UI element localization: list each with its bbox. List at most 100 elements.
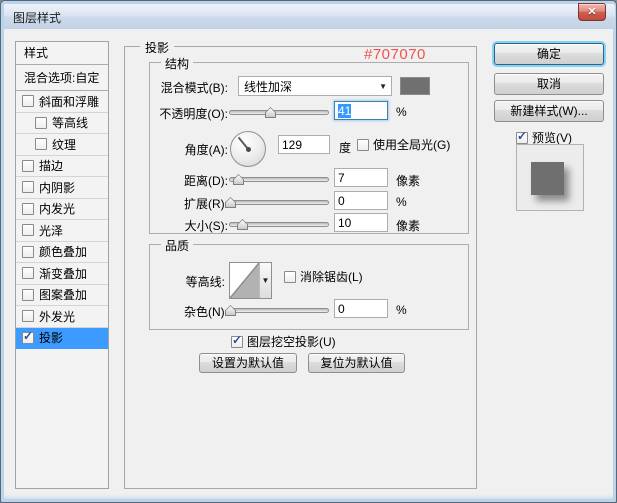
sidebar-item-gradient-overlay[interactable]: ✓ 渐变叠加 — [16, 263, 108, 285]
global-light-checkbox[interactable]: ✓ — [357, 138, 369, 151]
contour-picker-label: 等高线: — [185, 275, 225, 289]
anti-alias-label: 消除锯齿(L) — [300, 270, 363, 284]
anti-alias-option[interactable]: ✓ 消除锯齿(L) — [284, 268, 363, 285]
distance-slider-track[interactable] — [229, 177, 329, 182]
sidebar-item-color-overlay[interactable]: ✓ 颜色叠加 — [16, 242, 108, 263]
distance-unit: 像素 — [396, 174, 421, 188]
size-unit: 像素 — [396, 219, 421, 233]
noise-slider[interactable] — [225, 304, 329, 317]
size-slider[interactable] — [229, 218, 329, 231]
size-label: 大小(S): — [184, 219, 228, 233]
anti-alias-checkbox[interactable]: ✓ — [284, 270, 296, 283]
ok-button[interactable]: 确定 — [494, 43, 604, 65]
make-default-button[interactable]: 设置为默认值 — [199, 353, 297, 373]
preview-checkbox[interactable]: ✓ — [516, 128, 528, 144]
angle-dial[interactable] — [230, 131, 266, 167]
opacity-label: 不透明度(O): — [159, 107, 228, 121]
knockout-checkbox[interactable]: ✓ — [231, 332, 243, 348]
noise-slider-track[interactable] — [229, 308, 329, 313]
global-light-option[interactable]: ✓ 使用全局光(G) — [357, 136, 450, 153]
shadow-color-swatch[interactable] — [400, 77, 430, 95]
sidebar-item-stroke[interactable]: ✓ 描边 — [16, 156, 108, 177]
outer-glow-checkbox[interactable]: ✓ — [22, 310, 34, 323]
drop-shadow-checkbox[interactable]: ✓ — [22, 328, 34, 344]
angle-unit: 度 — [339, 141, 352, 155]
structure-legend: 结构 — [161, 55, 194, 72]
bevel-emboss-checkbox[interactable]: ✓ — [22, 95, 34, 108]
blend-mode-label: 混合模式(B): — [160, 81, 228, 95]
knockout-label: 图层挖空投影(U) — [247, 335, 336, 349]
size-input[interactable]: 10 — [334, 213, 388, 232]
sidebar-item-texture[interactable]: ✓ 纹理 — [16, 134, 108, 156]
close-icon: ✕ — [587, 5, 597, 18]
sidebar-item-pattern-overlay[interactable]: ✓ 图案叠加 — [16, 285, 108, 306]
quality-legend: 品质 — [161, 237, 194, 254]
styles-list: 样式 混合选项:自定 ✓ 斜面和浮雕 ✓ 等高线 ✓ 纹理 ✓ 描边 ✓ 内阴影… — [15, 41, 109, 489]
contour-picker[interactable]: ▼ — [229, 262, 272, 299]
sidebar-item-outer-glow[interactable]: ✓ 外发光 — [16, 306, 108, 328]
global-light-label: 使用全局光(G) — [373, 138, 451, 152]
pattern-overlay-checkbox[interactable]: ✓ — [22, 288, 34, 301]
new-style-button[interactable]: 新建样式(W)... — [494, 100, 604, 122]
window-title: 图层样式 — [13, 11, 62, 25]
noise-input[interactable]: 0 — [334, 299, 388, 318]
preview-shadow-square — [531, 162, 564, 195]
spread-slider[interactable] — [225, 196, 329, 209]
inner-shadow-checkbox[interactable]: ✓ — [22, 181, 34, 194]
panel-title: 投影 — [140, 39, 175, 56]
opacity-slider-thumb[interactable] — [265, 107, 276, 118]
size-slider-thumb[interactable] — [237, 219, 248, 230]
sidebar-item-bevel-emboss[interactable]: ✓ 斜面和浮雕 — [16, 91, 108, 113]
texture-checkbox[interactable]: ✓ — [35, 138, 47, 151]
check-icon: ✓ — [23, 328, 34, 343]
satin-checkbox[interactable]: ✓ — [22, 224, 34, 237]
reset-default-button[interactable]: 复位为默认值 — [308, 353, 405, 373]
color-overlay-checkbox[interactable]: ✓ — [22, 245, 34, 258]
check-icon: ✓ — [517, 128, 528, 143]
check-icon: ✓ — [232, 332, 243, 347]
sidebar-item-inner-glow[interactable]: ✓ 内发光 — [16, 199, 108, 220]
title-bar[interactable]: 图层样式 — [4, 4, 615, 29]
sidebar-item-satin[interactable]: ✓ 光泽 — [16, 220, 108, 242]
opacity-value: 41 — [338, 104, 352, 118]
distance-label: 距离(D): — [184, 174, 228, 188]
sidebar-item-drop-shadow[interactable]: ✓ 投影 — [16, 327, 108, 349]
inner-glow-checkbox[interactable]: ✓ — [22, 202, 34, 215]
spread-input[interactable]: 0 — [334, 191, 388, 210]
sidebar-item-blending-options[interactable]: 混合选项:自定 — [16, 65, 108, 91]
spread-unit: % — [396, 195, 407, 209]
spread-slider-track[interactable] — [229, 200, 329, 205]
opacity-input[interactable]: 41 — [334, 101, 388, 120]
spread-label: 扩展(R): — [184, 197, 228, 211]
layer-style-dialog: 图层样式 ✕ 样式 混合选项:自定 ✓ 斜面和浮雕 ✓ 等高线 ✓ 纹理 ✓ 描… — [0, 0, 617, 503]
noise-label: 杂色(N): — [184, 305, 228, 319]
gradient-overlay-checkbox[interactable]: ✓ — [22, 267, 34, 280]
preview-thumbnail — [516, 144, 584, 211]
blend-mode-value: 线性加深 — [244, 79, 293, 94]
distance-slider-thumb[interactable] — [233, 174, 244, 185]
opacity-slider[interactable] — [229, 106, 329, 119]
color-annotation: #707070 — [364, 46, 426, 63]
sidebar-item-inner-shadow[interactable]: ✓ 内阴影 — [16, 177, 108, 199]
opacity-slider-track[interactable] — [229, 110, 329, 115]
contour-thumbnail[interactable] — [230, 263, 259, 298]
stroke-checkbox[interactable]: ✓ — [22, 159, 34, 172]
knockout-option[interactable]: ✓ 图层挖空投影(U) — [231, 333, 336, 350]
size-value: 10 — [338, 216, 352, 230]
contour-checkbox[interactable]: ✓ — [35, 116, 47, 129]
distance-input[interactable]: 7 — [334, 168, 388, 187]
distance-slider[interactable] — [229, 173, 329, 186]
sidebar-item-contour[interactable]: ✓ 等高线 — [16, 113, 108, 134]
noise-unit: % — [396, 303, 407, 317]
chevron-down-icon: ▼ — [379, 82, 387, 91]
chevron-down-icon[interactable]: ▼ — [259, 263, 271, 298]
opacity-unit: % — [396, 105, 407, 119]
angle-input[interactable]: 129 — [278, 135, 330, 154]
styles-header: 样式 — [16, 42, 108, 65]
angle-dial-center — [245, 146, 251, 152]
close-button[interactable]: ✕ — [578, 3, 606, 21]
distance-value: 7 — [338, 171, 345, 185]
blend-mode-select[interactable]: 线性加深 ▼ — [238, 76, 392, 96]
cancel-button[interactable]: 取消 — [494, 73, 604, 95]
noise-value: 0 — [338, 302, 345, 316]
